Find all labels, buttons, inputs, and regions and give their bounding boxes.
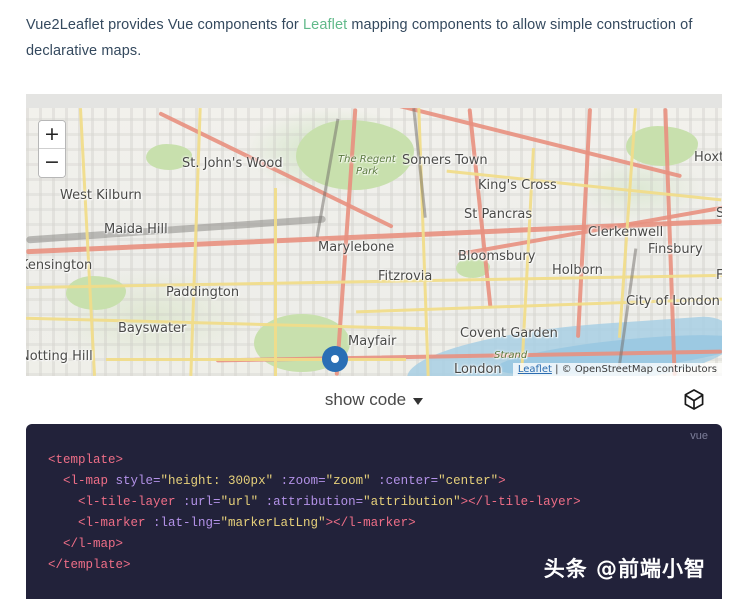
attribution-separator: | © (551, 364, 575, 375)
code-token: "attribution" (363, 495, 461, 509)
intro-text-before: Vue2Leaflet provides Vue components for (26, 17, 303, 33)
leaflet-map[interactable]: St. John's WoodSomers TownHoxtonThe Rege… (26, 108, 722, 376)
code-token: style= (115, 474, 161, 488)
osm-attribution-text: OpenStreetMap contributors (574, 364, 717, 375)
code-token: </template> (48, 558, 131, 572)
code-token: ></l-marker> (325, 516, 416, 530)
code-token: <l-tile-layer (78, 495, 184, 509)
code-token: "url" (220, 495, 259, 509)
code-token: "height: 300px" (160, 474, 274, 488)
code-token: :lat-lng= (153, 516, 221, 530)
show-code-button[interactable]: show code (324, 390, 424, 410)
map-demo-container: St. John's WoodSomers TownHoxtonThe Rege… (26, 94, 722, 376)
code-line: </l-map> (48, 534, 722, 555)
code-token: <l-marker (78, 516, 154, 530)
code-token: :zoom= (273, 474, 326, 488)
leaflet-attribution-link[interactable]: Leaflet (518, 364, 552, 375)
code-token: </l-map> (63, 537, 124, 551)
marker-inner-dot (331, 355, 339, 363)
map-secondary-road (274, 188, 277, 376)
codesandbox-cube-icon[interactable] (684, 389, 704, 415)
watermark-text: 头条 @前端小智 (543, 557, 706, 581)
code-token: ></l-tile-layer> (460, 495, 581, 509)
code-line: <l-map style="height: 300px" :zoom="zoom… (48, 471, 722, 492)
intro-paragraph: Vue2Leaflet provides Vue components for … (0, 0, 732, 64)
map-top-strip (26, 94, 722, 108)
code-token: "zoom" (325, 474, 371, 488)
code-token: > (498, 474, 506, 488)
show-code-label: show code (324, 390, 407, 409)
code-token: <l-map (63, 474, 116, 488)
code-token: :url= (183, 495, 221, 509)
chevron-down-icon (413, 398, 424, 405)
show-code-row: show code (26, 380, 722, 420)
code-line: <template> (48, 450, 722, 471)
code-block: vue <template> <l-map style="height: 300… (26, 424, 722, 599)
map-marker[interactable] (322, 346, 348, 372)
code-token: "markerLatLng" (220, 516, 326, 530)
code-token: <template> (48, 453, 124, 467)
code-token: :center= (370, 474, 439, 488)
map-zoom-control[interactable]: + − (38, 120, 66, 178)
code-line: <l-marker :lat-lng="markerLatLng"></l-ma… (48, 513, 722, 534)
leaflet-link[interactable]: Leaflet (303, 17, 347, 33)
code-language-label: vue (690, 430, 708, 442)
zoom-in-button[interactable]: + (39, 121, 65, 149)
map-secondary-road (106, 358, 406, 361)
map-attribution: Leaflet | © OpenStreetMap contributors (512, 363, 722, 376)
code-token: "center" (438, 474, 499, 488)
zoom-out-button[interactable]: − (39, 149, 65, 177)
code-line: <l-tile-layer :url="url" :attribution="a… (48, 492, 722, 513)
code-token: :attribution= (258, 495, 364, 509)
